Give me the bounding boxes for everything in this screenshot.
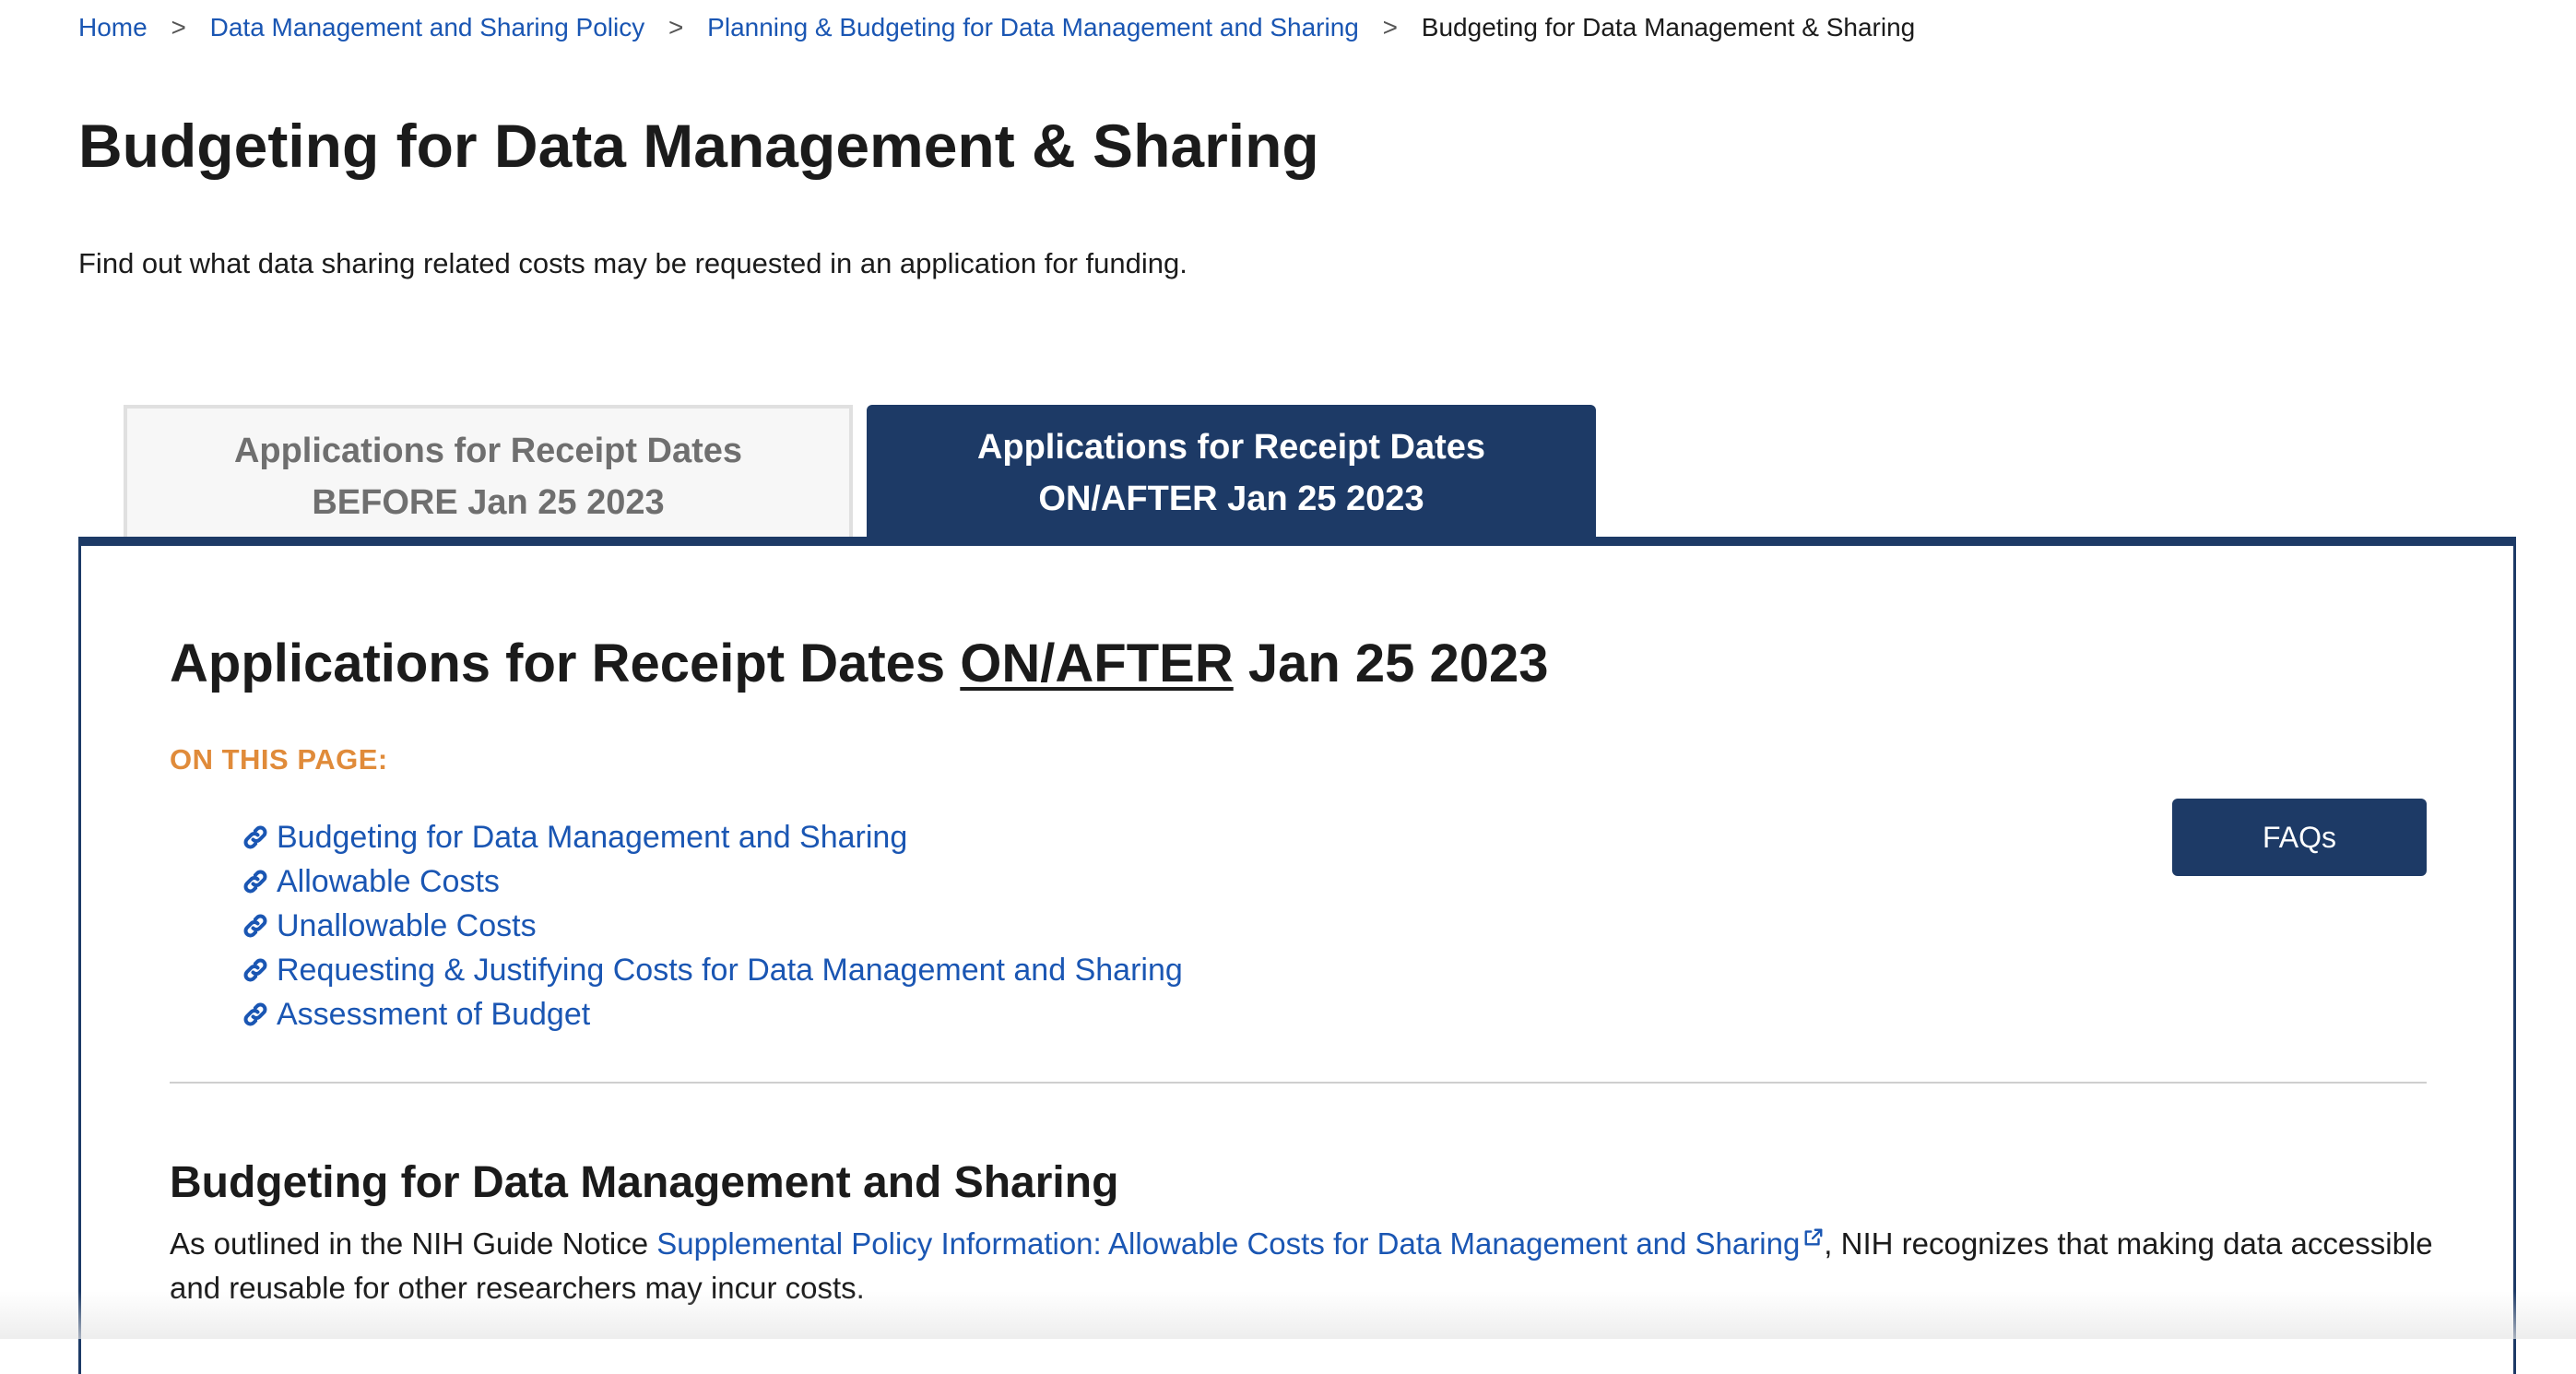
- guide-notice-link[interactable]: Supplemental Policy Information: Allowab…: [656, 1226, 1800, 1261]
- toc-link-allowable-costs[interactable]: Allowable Costs: [277, 859, 500, 904]
- breadcrumb-separator: >: [171, 13, 186, 41]
- breadcrumb-separator: >: [1382, 13, 1399, 41]
- page-title: Budgeting for Data Management & Sharing: [78, 112, 1319, 180]
- section-title: Budgeting for Data Management and Sharin…: [170, 1158, 1119, 1207]
- on-this-page-list: Budgeting for Data Management and Sharin…: [242, 815, 1183, 1036]
- link-icon: [243, 914, 267, 938]
- link-icon: [243, 958, 267, 982]
- on-this-page-label: ON THIS PAGE:: [170, 743, 388, 776]
- toc-link-budgeting[interactable]: Budgeting for Data Management and Sharin…: [277, 815, 907, 859]
- breadcrumb: Home > Data Management and Sharing Polic…: [78, 9, 1915, 46]
- list-item: Allowable Costs: [242, 859, 1183, 904]
- tab-label-line2: BEFORE Jan 25 2023: [312, 483, 665, 522]
- breadcrumb-planning-budgeting[interactable]: Planning & Budgeting for Data Management…: [707, 13, 1359, 41]
- toc-link-requesting-justifying[interactable]: Requesting & Justifying Costs for Data M…: [277, 948, 1183, 992]
- link-icon: [243, 1002, 267, 1026]
- panel-title-suffix: Jan 25 2023: [1233, 634, 1549, 693]
- page-intro: Find out what data sharing related costs…: [78, 247, 1188, 279]
- list-item: Budgeting for Data Management and Sharin…: [242, 815, 1183, 859]
- external-link-icon: [1804, 1228, 1823, 1246]
- list-item: Unallowable Costs: [242, 904, 1183, 948]
- breadcrumb-current: Budgeting for Data Management & Sharing: [1421, 13, 1916, 41]
- panel-title-emphasis: ON/AFTER: [960, 634, 1234, 693]
- panel-title: Applications for Receipt Dates ON/AFTER …: [170, 627, 1549, 701]
- tab-label-line1: Applications for Receipt Dates: [233, 432, 743, 470]
- section-divider: [170, 1082, 2427, 1084]
- list-item: Assessment of Budget: [242, 992, 1183, 1036]
- tab-label-line1: Applications for Receipt Dates: [976, 428, 1486, 467]
- tab-on-after-jan-25-2023[interactable]: Applications for Receipt Dates ON/AFTER …: [867, 405, 1596, 539]
- section-body: As outlined in the NIH Guide Notice Supp…: [170, 1222, 2438, 1310]
- breadcrumb-home[interactable]: Home: [78, 13, 148, 41]
- tab-label-line2: ON/AFTER Jan 25 2023: [1038, 480, 1424, 518]
- link-icon: [243, 870, 267, 894]
- tab-before-jan-25-2023[interactable]: Applications for Receipt Dates BEFORE Ja…: [124, 405, 853, 539]
- link-icon: [243, 825, 267, 849]
- section-body-prefix: As outlined in the NIH Guide Notice: [170, 1226, 657, 1261]
- toc-link-assessment-of-budget[interactable]: Assessment of Budget: [277, 992, 590, 1036]
- list-item: Requesting & Justifying Costs for Data M…: [242, 948, 1183, 992]
- panel-title-prefix: Applications for Receipt Dates: [170, 634, 961, 693]
- faqs-button[interactable]: FAQs: [2172, 799, 2427, 876]
- breadcrumb-dms-policy[interactable]: Data Management and Sharing Policy: [210, 13, 645, 41]
- toc-link-unallowable-costs[interactable]: Unallowable Costs: [277, 904, 537, 948]
- breadcrumb-separator: >: [668, 13, 684, 41]
